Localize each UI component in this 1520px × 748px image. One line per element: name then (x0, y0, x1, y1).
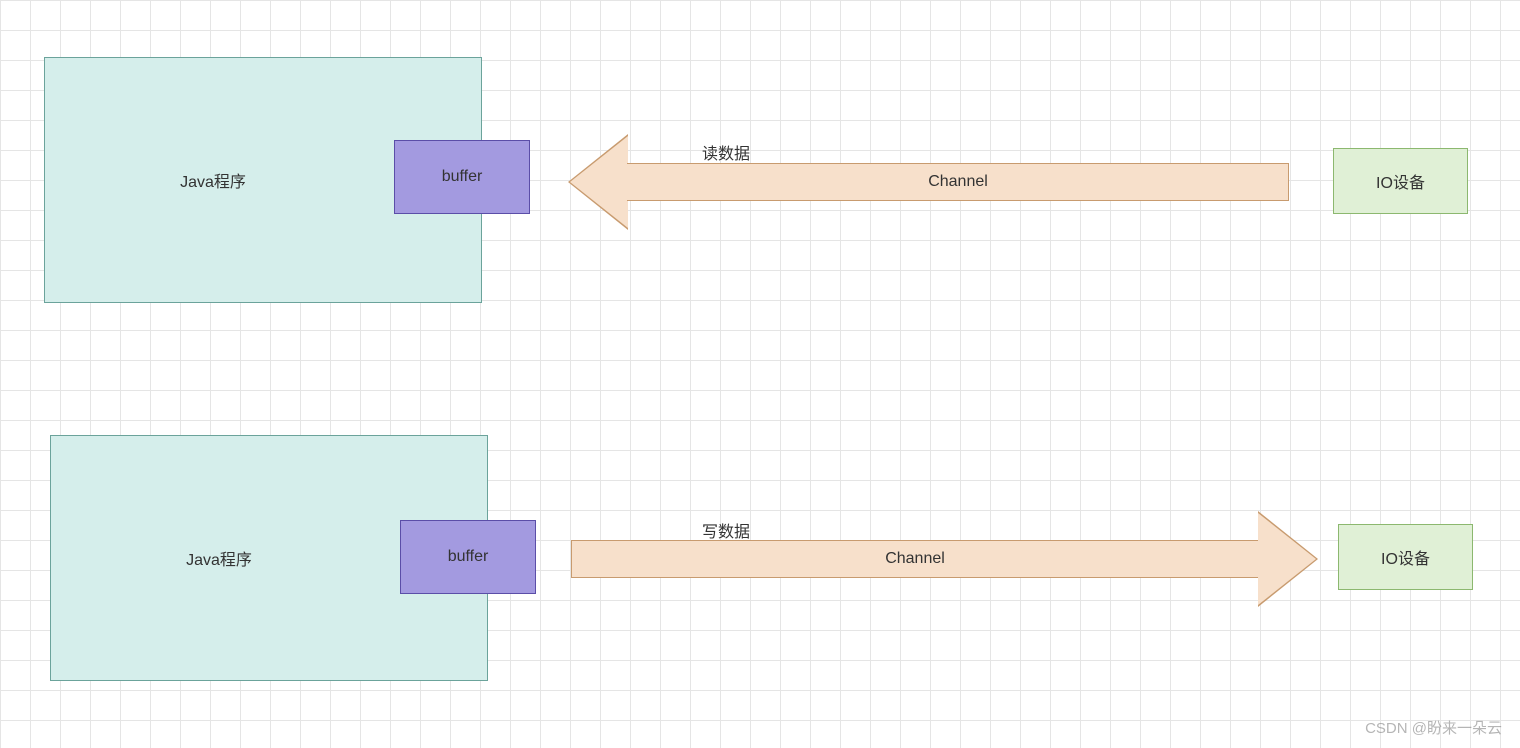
java-program-label: Java程序 (186, 546, 252, 570)
channel-arrow-label: Channel (885, 550, 945, 568)
read-data-label: 读数据 (702, 140, 750, 164)
io-device-label: IO设备 (1376, 169, 1425, 193)
io-device-label: IO设备 (1381, 545, 1430, 569)
watermark-text: CSDN @盼来一朵云 (1365, 717, 1502, 738)
channel-arrow-body-top: Channel (627, 163, 1289, 201)
channel-arrow-edge-bottom-left (571, 540, 572, 578)
buffer-label: buffer (442, 168, 483, 186)
buffer-label: buffer (448, 548, 489, 566)
write-data-label: 写数据 (702, 518, 750, 542)
buffer-box-top: buffer (394, 140, 530, 214)
io-device-box-top: IO设备 (1333, 148, 1468, 214)
java-program-label: Java程序 (180, 168, 246, 192)
buffer-box-bottom: buffer (400, 520, 536, 594)
channel-arrow-label: Channel (928, 173, 988, 191)
channel-arrow-body-bottom: Channel (571, 540, 1259, 578)
channel-arrow-edge-top-right (1288, 163, 1289, 201)
io-device-box-bottom: IO设备 (1338, 524, 1473, 590)
